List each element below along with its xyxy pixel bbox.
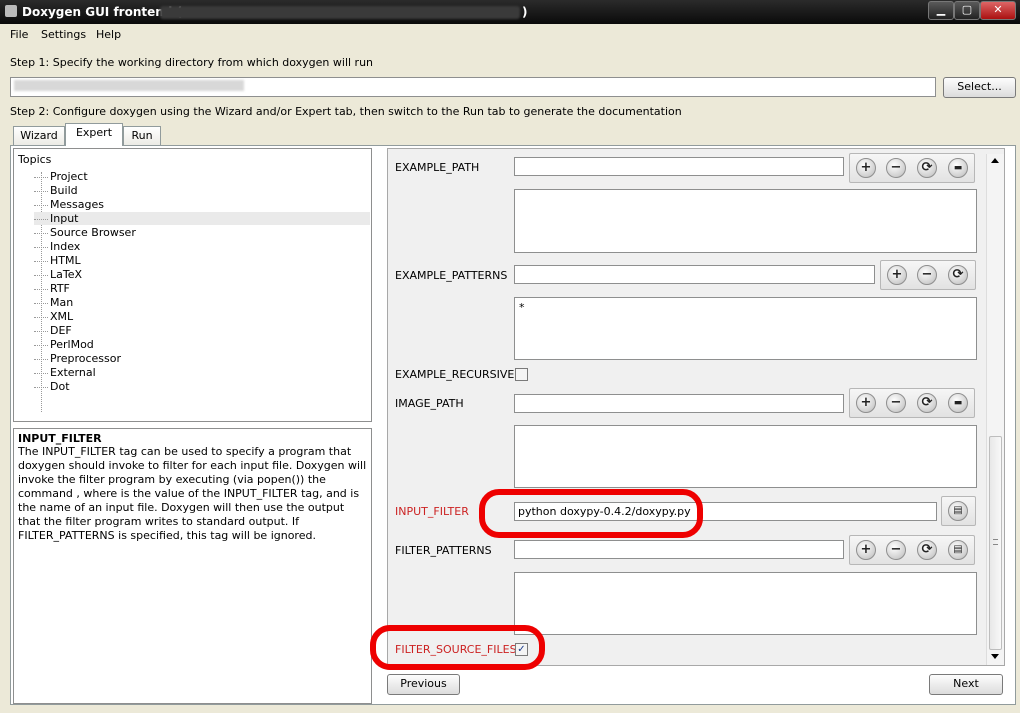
example-patterns-list[interactable]: * <box>514 297 977 360</box>
example-patterns-input[interactable] <box>514 265 875 284</box>
annotation-circle-filter-source-files <box>370 625 545 670</box>
topic-messages[interactable]: Messages <box>34 198 104 211</box>
topic-man[interactable]: Man <box>34 296 73 309</box>
image-path-list[interactable] <box>514 425 977 488</box>
filter-patterns-input[interactable] <box>514 540 844 559</box>
select-directory-button[interactable]: Select... <box>943 77 1016 98</box>
add-icon[interactable]: + <box>887 265 907 285</box>
minimize-button[interactable]: ▁ <box>928 1 954 20</box>
file-icon[interactable]: ▤ <box>948 540 968 560</box>
annotation-circle-input-filter <box>479 489 703 538</box>
add-icon[interactable]: + <box>856 540 876 560</box>
topic-latex[interactable]: LaTeX <box>34 268 82 281</box>
topics-header: Topics <box>18 153 52 166</box>
refresh-icon[interactable]: ⟳ <box>917 540 937 560</box>
topic-html[interactable]: HTML <box>34 254 81 267</box>
example-recursive-label: EXAMPLE_RECURSIVE <box>395 368 515 381</box>
folder-icon[interactable]: ▬ <box>948 158 968 178</box>
topic-source-browser[interactable]: Source Browser <box>34 226 136 239</box>
example-recursive-checkbox[interactable] <box>515 368 528 381</box>
step1-label: Step 1: Specify the working directory fr… <box>10 56 374 69</box>
folder-icon[interactable]: ▬ <box>948 393 968 413</box>
tab-run[interactable]: Run <box>123 126 161 145</box>
filter-patterns-list[interactable] <box>514 572 977 635</box>
topic-input[interactable]: Input <box>34 212 370 225</box>
scroll-up-arrow[interactable] <box>991 158 999 163</box>
refresh-icon[interactable]: ⟳ <box>917 393 937 413</box>
example-path-list[interactable] <box>514 189 977 253</box>
redacted-directory <box>14 80 244 91</box>
remove-icon[interactable]: − <box>886 393 906 413</box>
add-icon[interactable]: + <box>856 393 876 413</box>
window-title: Doxygen GUI frontend ( <box>22 5 183 19</box>
step2-label: Step 2: Configure doxygen using the Wiza… <box>10 105 682 118</box>
image-path-input[interactable] <box>514 394 844 413</box>
help-text: The INPUT_FILTER tag can be used to spec… <box>18 445 367 542</box>
scroll-grip <box>993 539 998 545</box>
menu-settings[interactable]: Settings <box>41 28 86 41</box>
redacted-path <box>160 6 520 19</box>
maximize-button[interactable]: ▢ <box>954 1 980 20</box>
previous-button[interactable]: Previous <box>387 674 460 695</box>
remove-icon[interactable]: − <box>917 265 937 285</box>
input-filter-label: INPUT_FILTER <box>395 505 469 518</box>
close-button[interactable]: ✕ <box>980 1 1016 20</box>
app-icon <box>5 5 17 17</box>
window-title-suffix: ) <box>522 5 528 19</box>
file-icon[interactable]: ▤ <box>948 501 968 521</box>
tab-wizard[interactable]: Wizard <box>13 126 65 145</box>
topic-external[interactable]: External <box>34 366 96 379</box>
refresh-icon[interactable]: ⟳ <box>917 158 937 178</box>
help-title: INPUT_FILTER <box>18 432 102 445</box>
image-path-label: IMAGE_PATH <box>395 397 464 410</box>
topic-dot[interactable]: Dot <box>34 380 70 393</box>
topic-build[interactable]: Build <box>34 184 78 197</box>
title-bar: Doxygen GUI frontend ( ) ▁ ▢ ✕ <box>0 0 1020 24</box>
topic-project[interactable]: Project <box>34 170 88 183</box>
filter-patterns-label: FILTER_PATTERNS <box>395 544 492 557</box>
menu-file[interactable]: File <box>10 28 28 41</box>
next-button[interactable]: Next <box>929 674 1003 695</box>
working-directory-input[interactable] <box>10 77 936 97</box>
add-icon[interactable]: + <box>856 158 876 178</box>
options-scrollbar[interactable] <box>986 154 1004 665</box>
menu-help[interactable]: Help <box>96 28 121 41</box>
topic-def[interactable]: DEF <box>34 324 72 337</box>
refresh-icon[interactable]: ⟳ <box>948 265 968 285</box>
topic-rtf[interactable]: RTF <box>34 282 70 295</box>
tab-expert[interactable]: Expert <box>65 123 123 146</box>
help-panel: INPUT_FILTER The INPUT_FILTER tag can be… <box>13 428 372 704</box>
topic-xml[interactable]: XML <box>34 310 73 323</box>
example-path-label: EXAMPLE_PATH <box>395 161 480 174</box>
menu-bar: File Settings Help <box>0 24 1020 44</box>
topic-preprocessor[interactable]: Preprocessor <box>34 352 121 365</box>
scroll-thumb[interactable] <box>989 436 1002 650</box>
topic-perlmod[interactable]: PerlMod <box>34 338 94 351</box>
remove-icon[interactable]: − <box>886 158 906 178</box>
topics-tree: Topics Project Build Messages Input Sour… <box>13 148 372 422</box>
topic-index[interactable]: Index <box>34 240 80 253</box>
example-patterns-label: EXAMPLE_PATTERNS <box>395 269 508 282</box>
scroll-down-arrow[interactable] <box>991 654 999 659</box>
remove-icon[interactable]: − <box>886 540 906 560</box>
example-path-input[interactable] <box>514 157 844 176</box>
